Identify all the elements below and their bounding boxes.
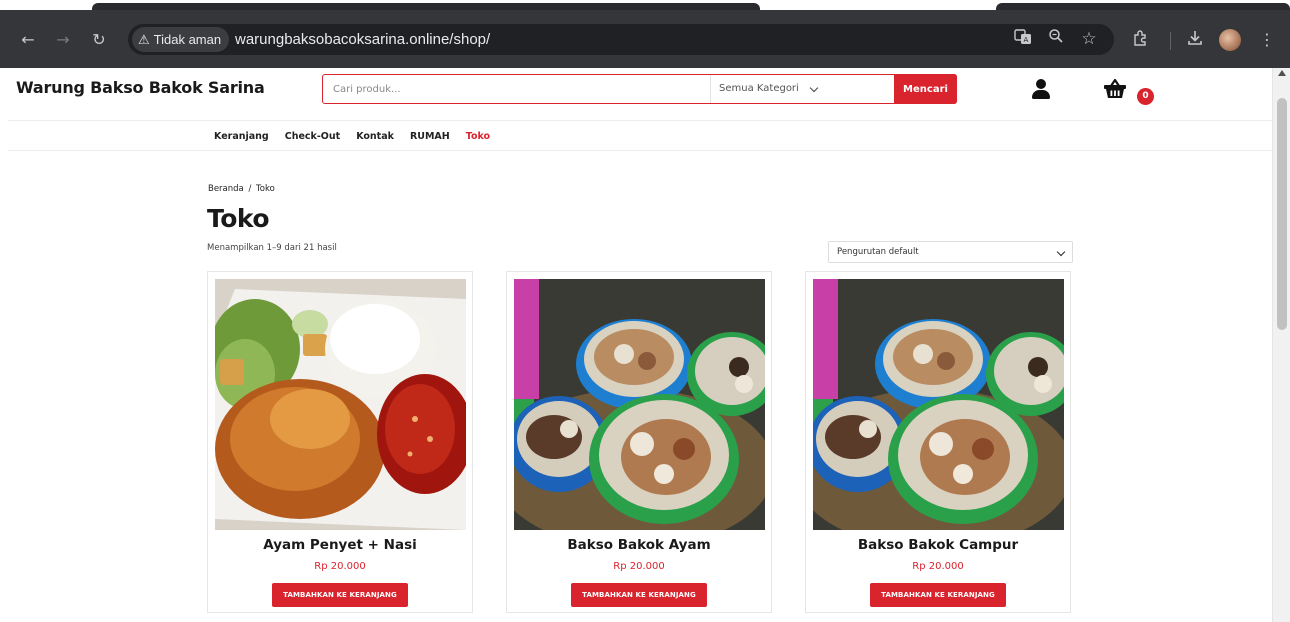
- category-select[interactable]: Semua Kategori: [710, 75, 894, 103]
- forward-icon[interactable]: →: [52, 29, 74, 51]
- web-page: Warung Bakso Bakok Sarina Semua Kategori…: [0, 68, 1272, 622]
- url-text[interactable]: warungbaksobacoksarina.online/shop/: [235, 24, 490, 55]
- security-label: Tidak aman: [153, 32, 222, 47]
- page-scrollbar[interactable]: [1272, 68, 1290, 622]
- product-name[interactable]: Bakso Bakok Ayam: [507, 537, 771, 553]
- search-input[interactable]: [333, 75, 713, 103]
- breadcrumb: Beranda / Toko: [208, 184, 275, 194]
- product-card: Bakso Bakok Ayam Rp 20.000 TAMBAHKAN KE …: [506, 271, 772, 613]
- sort-select-value: Pengurutan default: [837, 247, 919, 257]
- address-bar[interactable]: ⚠ Tidak aman warungbaksobacoksarina.onli…: [128, 24, 1114, 55]
- extensions-icon[interactable]: [1130, 29, 1152, 51]
- nav-divider: [8, 150, 1272, 151]
- product-name[interactable]: Ayam Penyet + Nasi: [208, 537, 472, 553]
- breadcrumb-home[interactable]: Beranda: [208, 184, 244, 194]
- nav-item-kontak[interactable]: Kontak: [356, 131, 394, 142]
- search-button[interactable]: Mencari: [894, 74, 957, 104]
- menu-dots-icon[interactable]: ⋮: [1256, 29, 1278, 51]
- product-price: Rp 20.000: [912, 561, 964, 572]
- toolbar-divider: [1170, 32, 1171, 50]
- add-to-cart-button[interactable]: TAMBAHKAN KE KERANJANG: [870, 583, 1006, 607]
- active-tab[interactable]: [92, 3, 760, 10]
- product-image-fried-chicken[interactable]: [215, 279, 466, 530]
- reload-icon[interactable]: ↻: [88, 29, 110, 51]
- product-price: Rp 20.000: [613, 561, 665, 572]
- sort-select[interactable]: Pengurutan default: [828, 241, 1073, 263]
- scroll-up-arrow-icon[interactable]: [1278, 70, 1286, 76]
- result-count: Menampilkan 1–9 dari 21 hasil: [207, 243, 337, 253]
- translate-icon[interactable]: A: [1012, 28, 1034, 50]
- cart-count-badge[interactable]: 0: [1137, 88, 1154, 105]
- scrollbar-thumb[interactable]: [1277, 98, 1287, 330]
- nav-item-keranjang[interactable]: Keranjang: [214, 131, 269, 142]
- nav-item-rumah[interactable]: RUMAH: [410, 131, 450, 142]
- cart-basket-icon[interactable]: [1103, 78, 1127, 100]
- page-title: Toko: [207, 204, 270, 233]
- product-card: Bakso Bakok Campur Rp 20.000 TAMBAHKAN K…: [805, 271, 1071, 613]
- nav-item-toko[interactable]: Toko: [466, 131, 490, 142]
- breadcrumb-current: Toko: [256, 184, 275, 194]
- inactive-tab[interactable]: [996, 3, 1290, 10]
- profile-avatar[interactable]: [1219, 29, 1241, 51]
- site-brand[interactable]: Warung Bakso Bakok Sarina: [16, 78, 265, 97]
- download-icon[interactable]: [1184, 29, 1206, 51]
- product-search-bar: Semua Kategori Mencari: [322, 74, 957, 104]
- bookmark-star-icon[interactable]: ☆: [1078, 28, 1100, 50]
- warning-icon: ⚠: [138, 32, 150, 47]
- account-icon[interactable]: [1032, 79, 1050, 99]
- svg-text:A: A: [1024, 36, 1029, 44]
- product-name[interactable]: Bakso Bakok Campur: [806, 537, 1070, 553]
- back-icon[interactable]: ←: [17, 29, 39, 51]
- main-nav: Keranjang Check-Out Kontak RUMAH Toko: [214, 131, 490, 142]
- category-select-value: Semua Kategori: [719, 83, 799, 94]
- security-indicator[interactable]: ⚠ Tidak aman: [132, 27, 230, 52]
- zoom-icon[interactable]: [1045, 28, 1067, 50]
- chevron-down-icon: [1056, 247, 1066, 257]
- tab-strip: [0, 0, 1290, 10]
- product-image-bakso-campur[interactable]: [813, 279, 1064, 530]
- product-card: Ayam Penyet + Nasi Rp 20.000 TAMBAHKAN K…: [207, 271, 473, 613]
- product-image-bakso-ayam[interactable]: [514, 279, 765, 530]
- browser-toolbar: ← → ↻ ⚠ Tidak aman warungbaksobacoksarin…: [0, 10, 1290, 68]
- add-to-cart-button[interactable]: TAMBAHKAN KE KERANJANG: [571, 583, 707, 607]
- chevron-down-icon: [809, 83, 819, 92]
- nav-item-checkout[interactable]: Check-Out: [285, 131, 340, 142]
- add-to-cart-button[interactable]: TAMBAHKAN KE KERANJANG: [272, 583, 408, 607]
- breadcrumb-separator: /: [248, 184, 252, 194]
- header-divider: [8, 120, 1272, 121]
- product-price: Rp 20.000: [314, 561, 366, 572]
